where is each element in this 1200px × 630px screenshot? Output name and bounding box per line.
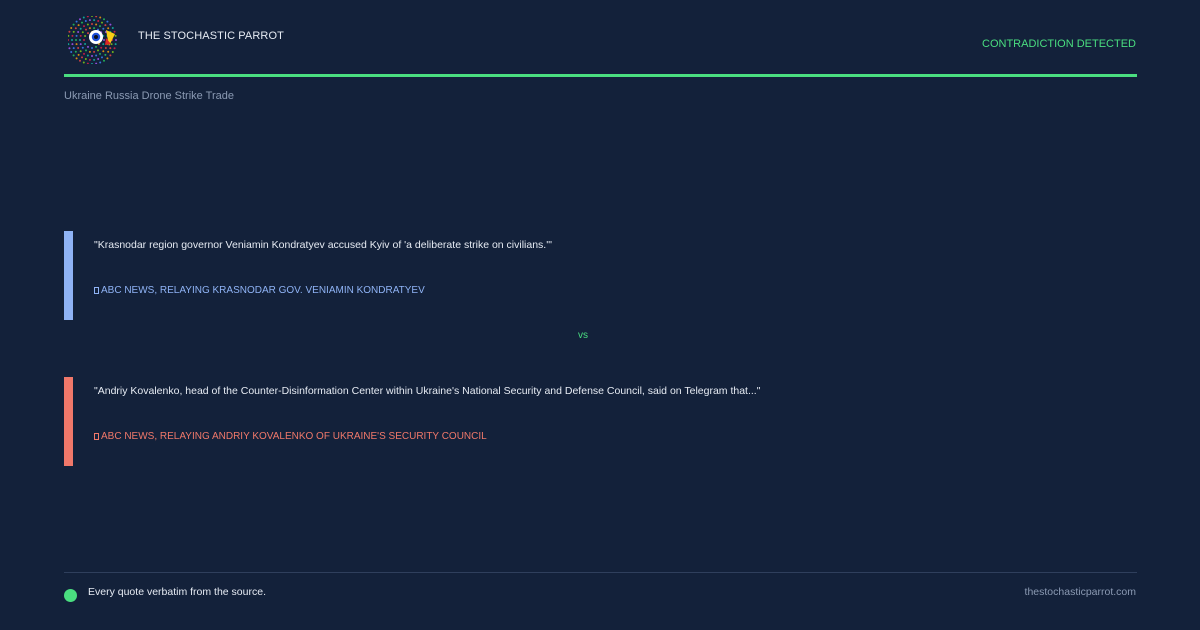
quote-a-attribution: ABC NEWS, RELAYING KRASNODAR GOV. VENIAM… bbox=[94, 285, 425, 296]
quote-a-text: "Krasnodar region governor Veniamin Kond… bbox=[94, 239, 552, 251]
topic-title: Ukraine Russia Drone Strike Trade bbox=[64, 90, 234, 102]
versus-label: vs bbox=[578, 330, 588, 341]
quote-b-text: "Andriy Kovalenko, head of the Counter-D… bbox=[94, 385, 761, 397]
quote-a-attribution-text: ABC NEWS, RELAYING KRASNODAR GOV. VENIAM… bbox=[101, 285, 425, 296]
contradiction-status: CONTRADICTION DETECTED bbox=[982, 38, 1136, 50]
share-card: THE STOCHASTIC PARROT CONTRADICTION DETE… bbox=[0, 0, 1200, 630]
quote-b-attribution-text: ABC NEWS, RELAYING ANDRIY KOVALENKO OF U… bbox=[101, 431, 487, 442]
quote-b-accent-bar bbox=[64, 377, 73, 466]
parrot-logo-icon bbox=[68, 16, 117, 64]
header-divider bbox=[64, 74, 1137, 77]
quote-b-attribution: ABC NEWS, RELAYING ANDRIY KOVALENKO OF U… bbox=[94, 431, 487, 442]
status-dot-icon bbox=[64, 589, 77, 602]
footer-note: Every quote verbatim from the source. bbox=[88, 586, 266, 598]
site-url: thestochasticparrot.com bbox=[1024, 586, 1136, 598]
footer-divider bbox=[64, 572, 1137, 573]
missing-glyph-icon bbox=[94, 433, 99, 440]
missing-glyph-icon bbox=[94, 287, 99, 294]
quote-a-accent-bar bbox=[64, 231, 73, 320]
brand-name: THE STOCHASTIC PARROT bbox=[138, 30, 284, 42]
